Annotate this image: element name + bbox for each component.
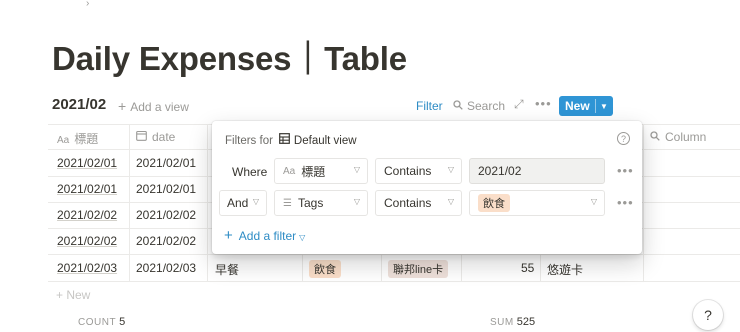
- filter-value-select[interactable]: 飲食 ▽: [469, 190, 605, 216]
- filter-view-name: Default view: [293, 135, 357, 147]
- more-options-icon[interactable]: •••: [617, 163, 634, 178]
- add-filter-label: Add a filter: [238, 229, 297, 243]
- page-title: Daily Expenses｜Table: [52, 40, 407, 77]
- row-amount[interactable]: 55: [521, 261, 534, 275]
- filter-operator-select[interactable]: Contains ▽: [375, 190, 462, 216]
- row-title[interactable]: 2021/02/03: [57, 261, 117, 275]
- help-button[interactable]: ?: [693, 300, 723, 330]
- plus-icon: +: [224, 227, 233, 244]
- new-row-label: New: [66, 288, 91, 302]
- add-view-label: Add a view: [130, 100, 189, 114]
- card-tag[interactable]: 聯邦line卡: [388, 260, 449, 278]
- view-name[interactable]: 2021/02: [52, 96, 106, 113]
- column-header-date[interactable]: date: [136, 130, 175, 144]
- count-label: COUNT: [78, 317, 117, 328]
- chevron-down-icon: ▽: [590, 197, 597, 206]
- filter-property-select[interactable]: ☰ Tags ▽: [274, 190, 368, 216]
- search-label: Search: [467, 99, 506, 113]
- column-divider: [129, 124, 130, 282]
- top-partial-icon: ›: [86, 0, 90, 9]
- more-options-icon[interactable]: •••: [535, 96, 552, 111]
- column-header-label: 標題: [74, 132, 99, 146]
- search-button[interactable]: Search: [453, 99, 505, 113]
- row-date[interactable]: 2021/02/02: [136, 234, 196, 248]
- column-header-label: Column: [665, 130, 707, 144]
- column-divider: [643, 124, 644, 282]
- table-icon: [279, 133, 290, 147]
- filter-conjunction-select[interactable]: And ▽: [219, 190, 267, 216]
- sum-label: SUM: [490, 317, 514, 328]
- filter-operator-label: Contains: [384, 196, 432, 210]
- row-date[interactable]: 2021/02/01: [136, 156, 196, 170]
- category-tag[interactable]: 飲食: [309, 260, 341, 278]
- row-item[interactable]: 早餐: [215, 261, 239, 278]
- filter-property-label: Tags: [297, 196, 324, 210]
- calendar-icon: [136, 130, 147, 144]
- filter-popup: Filters for Default view ? Where Aa 標題 ▽ Co…: [212, 121, 642, 254]
- help-circle-icon[interactable]: ?: [617, 132, 630, 145]
- chevron-down-icon: ▽: [299, 233, 306, 242]
- row-date[interactable]: 2021/02/02: [136, 208, 196, 222]
- plus-icon: +: [118, 98, 127, 114]
- column-header-label: date: [152, 130, 176, 144]
- chevron-down-icon[interactable]: ▼: [596, 102, 608, 111]
- filter-conjunction-label: And: [227, 196, 249, 210]
- filter-property-label: 標題: [301, 164, 326, 179]
- row-payment[interactable]: 悠遊卡: [547, 261, 583, 278]
- search-icon: [453, 99, 463, 113]
- new-button[interactable]: New ▼: [559, 96, 613, 116]
- row-date[interactable]: 2021/02/03: [136, 261, 196, 275]
- filter-popup-header: Filters for Default view: [225, 133, 357, 147]
- column-header-title[interactable]: Aa 標題: [57, 130, 98, 147]
- column-divider: [207, 124, 208, 282]
- plus-icon: +: [56, 288, 67, 302]
- count-value: 5: [119, 316, 126, 328]
- filter-value-tag: 飲食: [478, 194, 510, 212]
- filter-operator-select[interactable]: Contains ▽: [375, 158, 462, 184]
- filter-popup-header-label: Filters for: [225, 135, 273, 147]
- chevron-down-icon: ▽: [353, 165, 360, 174]
- filter-conjunction: Where: [232, 165, 268, 179]
- row-title[interactable]: 2021/02/02: [57, 234, 117, 248]
- table-divider: [48, 254, 740, 255]
- filter-value-input[interactable]: 2021/02: [469, 158, 605, 184]
- text-icon: Aa: [283, 165, 296, 177]
- filter-property-select[interactable]: Aa 標題 ▽: [274, 158, 368, 184]
- row-title[interactable]: 2021/02/01: [57, 182, 117, 196]
- row-title[interactable]: 2021/02/01: [57, 156, 117, 170]
- chevron-down-icon: ▽: [353, 197, 360, 206]
- sum-summary[interactable]: SUM 525: [490, 316, 535, 328]
- column-header-search[interactable]: Column: [650, 130, 706, 144]
- new-button-label: New: [565, 99, 590, 113]
- chevron-down-icon: ▽: [447, 197, 454, 206]
- filter-operator-label: Contains: [384, 164, 432, 178]
- add-filter-button[interactable]: + Add a filter ▽: [224, 227, 305, 244]
- add-view-button[interactable]: + Add a view: [118, 98, 189, 114]
- new-row-button[interactable]: + New: [56, 288, 90, 302]
- text-icon: Aa: [57, 135, 70, 146]
- filter-button[interactable]: Filter: [416, 99, 443, 113]
- more-options-icon[interactable]: •••: [617, 195, 634, 210]
- chevron-down-icon: ▽: [252, 197, 259, 206]
- row-title[interactable]: 2021/02/02: [57, 208, 117, 222]
- table-divider: [48, 281, 740, 282]
- row-date[interactable]: 2021/02/01: [136, 182, 196, 196]
- count-summary[interactable]: COUNT 5: [78, 316, 125, 328]
- chevron-down-icon: ▽: [447, 165, 454, 174]
- list-icon: ☰: [283, 197, 292, 209]
- search-icon: [650, 131, 660, 144]
- sum-value: 525: [516, 316, 536, 328]
- expand-icon[interactable]: ⤢: [514, 97, 524, 112]
